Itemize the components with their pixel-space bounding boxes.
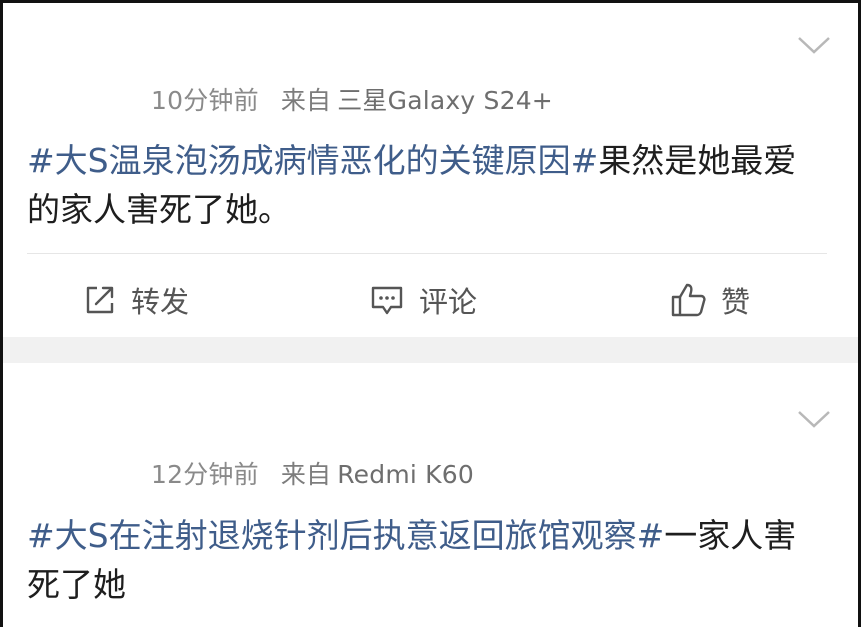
- comment-button[interactable]: 评论: [369, 279, 477, 321]
- post-meta: 10分钟前 来自 三星Galaxy S24+: [151, 81, 553, 117]
- thumbs-up-icon: [671, 283, 706, 317]
- post-text: #大S温泉泡汤成病情恶化的关键原因#果然是她最爱的家人害死了她。: [27, 136, 817, 234]
- share-icon: [86, 286, 114, 314]
- repost-button[interactable]: 转发: [83, 279, 189, 321]
- card-separator: [3, 337, 858, 363]
- like-label: 赞: [721, 285, 751, 319]
- post-card-1: 10分钟前 来自 三星Galaxy S24+ #大S温泉泡汤成病情恶化的关键原因#果…: [3, 3, 858, 337]
- like-button[interactable]: 赞: [669, 279, 750, 321]
- source-label: 来自: [280, 460, 332, 489]
- post-time: 10分钟前: [151, 86, 259, 115]
- post-card-2: 12分钟前 来自 Redmi K60 #大S在注射退烧针剂后执意返回旅馆观察#一家人…: [3, 363, 858, 627]
- repost-label: 转发: [131, 285, 190, 319]
- post-text: #大S在注射退烧针剂后执意返回旅馆观察#一家人害死了她: [27, 511, 817, 609]
- comment-icon: [371, 286, 403, 315]
- post-meta: 12分钟前 来自 Redmi K60: [151, 455, 474, 491]
- chevron-down-icon[interactable]: [796, 33, 832, 57]
- device-name[interactable]: 三星Galaxy S24+: [337, 86, 553, 115]
- hashtag-link[interactable]: #大S在注射退烧针剂后执意返回旅馆观察#: [27, 516, 664, 555]
- hashtag-link[interactable]: #大S温泉泡汤成病情恶化的关键原因#: [27, 141, 598, 180]
- post-time: 12分钟前: [151, 460, 259, 489]
- source-label: 来自: [280, 86, 332, 115]
- comment-label: 评论: [419, 285, 478, 319]
- action-divider: [27, 253, 827, 254]
- chevron-down-icon[interactable]: [796, 407, 832, 431]
- device-name[interactable]: Redmi K60: [337, 460, 474, 489]
